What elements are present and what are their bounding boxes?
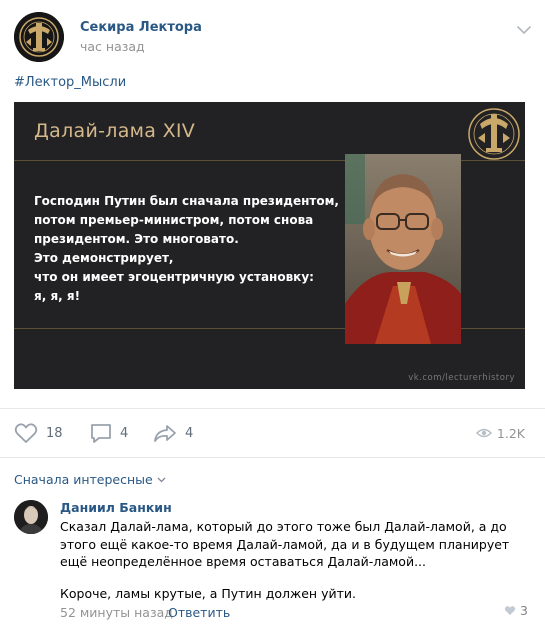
share-button[interactable]: 4 xyxy=(153,418,193,448)
post-divider xyxy=(0,408,545,409)
post-hashtag[interactable]: #Лектор_Мысли xyxy=(14,75,126,90)
comment-author-link[interactable]: Даниил Банкин xyxy=(60,500,172,515)
comments-sort-label: Сначала интересные xyxy=(14,472,153,487)
comments-divider xyxy=(0,457,545,458)
share-count: 4 xyxy=(185,425,194,441)
post-image[interactable]: Далай-лама XIV Господин Путин был сначал… xyxy=(14,102,525,389)
comments-sort-dropdown[interactable]: Сначала интересные xyxy=(14,472,166,487)
image-divider-bottom xyxy=(14,328,345,329)
image-quote: Господин Путин был сначала президентом, … xyxy=(34,194,339,303)
image-title: Далай-лама XIV xyxy=(34,120,196,142)
heart-icon xyxy=(14,423,38,443)
views-counter: 1.2K xyxy=(475,418,525,448)
eye-icon xyxy=(475,428,492,438)
post-time[interactable]: час назад xyxy=(80,39,145,54)
chevron-down-icon xyxy=(157,477,166,482)
post-menu-chevron-icon[interactable] xyxy=(514,22,534,36)
comment-count: 4 xyxy=(120,425,129,441)
like-count: 18 xyxy=(46,425,63,441)
comment-button[interactable]: 4 xyxy=(90,418,128,448)
comment-author-avatar[interactable] xyxy=(14,500,48,534)
views-count: 1.2K xyxy=(496,425,525,441)
post-action-bar: 18 4 4 1.2K xyxy=(14,418,525,448)
image-watermark: vk.com/lecturerhistory xyxy=(408,373,515,383)
group-avatar[interactable] xyxy=(14,12,64,62)
share-arrow-icon xyxy=(154,425,176,442)
comment-text: Сказал Далай-лама, который до этого тоже… xyxy=(60,519,510,569)
image-divider-top xyxy=(14,160,345,161)
post-header: Секира Лектора час назад xyxy=(14,12,534,64)
comment-like-count: 3 xyxy=(520,603,528,618)
comment-reply-link[interactable]: Ответить xyxy=(168,605,230,620)
like-button[interactable]: 18 xyxy=(14,418,63,448)
post-author-link[interactable]: Секира Лектора xyxy=(80,20,202,35)
image-divider-bottom-right xyxy=(461,328,525,329)
comment-text-second-paragraph: Короче, ламы крутые, а Путин должен уйти… xyxy=(60,586,356,601)
comment-like-button[interactable]: 3 xyxy=(504,603,528,618)
heart-filled-icon xyxy=(504,606,516,615)
lecturer-logo-icon xyxy=(466,104,522,164)
comment-time[interactable]: 52 минуты назад xyxy=(60,605,173,620)
comment-icon xyxy=(91,424,111,443)
dalai-lama-photo xyxy=(345,154,461,344)
group-logo-icon xyxy=(14,12,64,62)
